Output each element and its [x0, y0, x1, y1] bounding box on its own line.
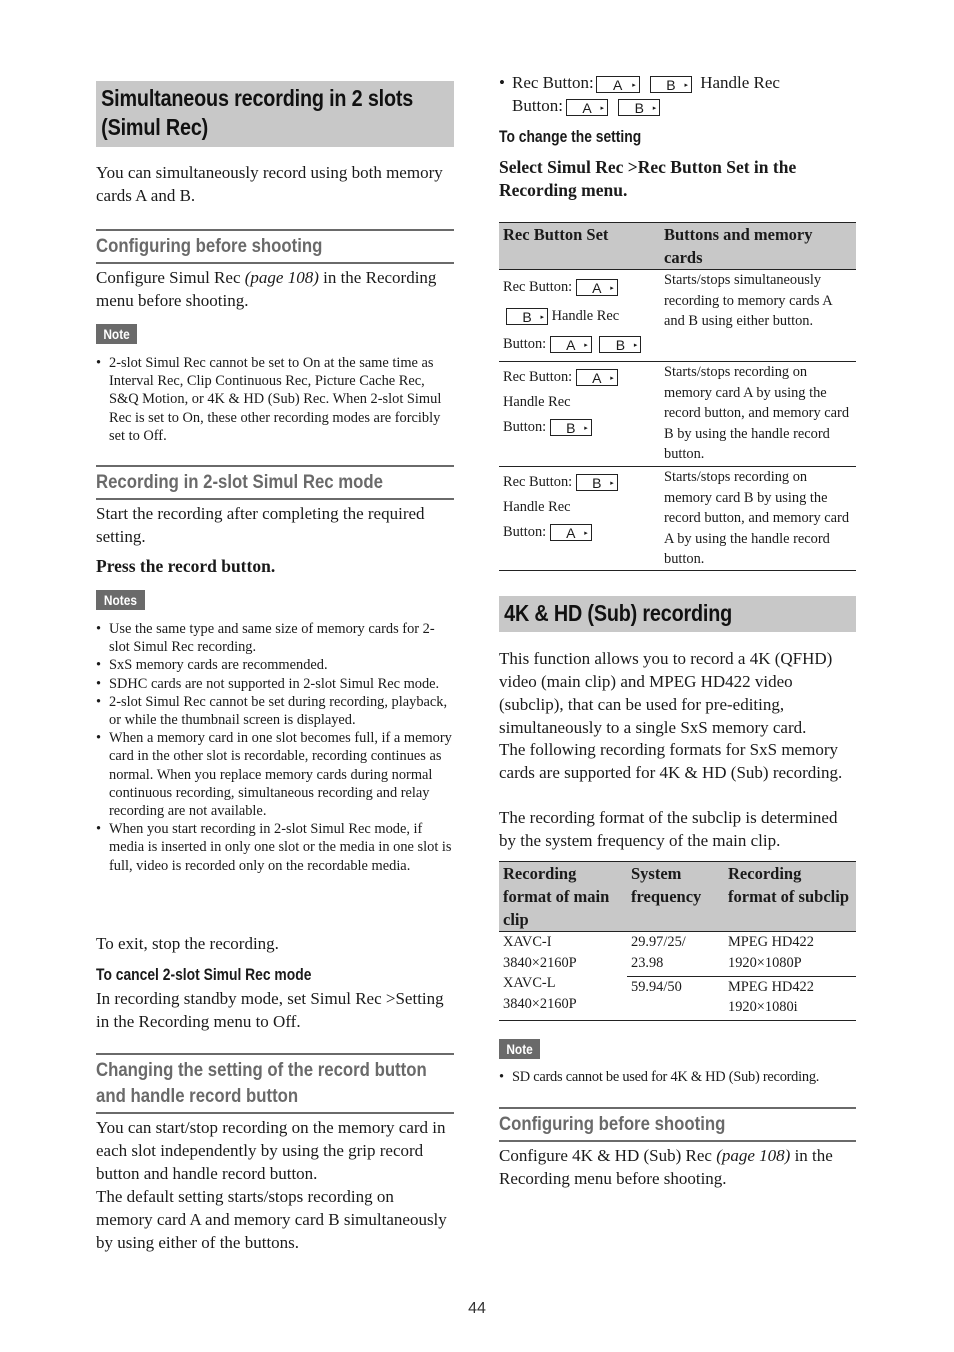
rec-button-set-table: Rec Button Set Buttons and memory cards … [499, 222, 856, 571]
note-item: When you start recording in 2-slot Simul… [96, 820, 454, 875]
table-header: Rec Button Set [499, 222, 660, 270]
button-slot-b-icon: B ▸ [575, 474, 618, 491]
main-format: XAVC-I 3840×2160P [503, 934, 577, 971]
button-slot-a-icon: A ▸ [595, 76, 640, 93]
table-row: XAVC-I 3840×2160P XAVC-L 3840×2160P 29.9… [499, 931, 856, 1012]
button-slot-a-icon: A ▸ [549, 524, 592, 541]
heading-changing-record-button: Changing the setting of the record butto… [96, 1053, 454, 1114]
table-row: Rec Button: B ▸ Handle Rec Button: A ▸ Sta… [499, 466, 856, 571]
subclip-format: MPEG HD422 1920×1080P [728, 934, 814, 971]
changing-para1: You can start/stop recording on the memo… [96, 1118, 446, 1183]
notes-badge: Notes [96, 590, 454, 610]
system-frequency: 29.97/25/ 23.98 [631, 934, 686, 971]
note-item: When a memory card in one slot becomes f… [96, 729, 454, 820]
simul-rec-intro: You can simultaneously record using both… [96, 163, 443, 205]
step-select-rec-button-set: Select Simul Rec >Rec Button Set in the … [499, 157, 797, 200]
button-slot-b-icon: B ▸ [506, 307, 548, 325]
system-frequency: 59.94/50 [627, 975, 724, 1021]
table-header: System frequency [627, 861, 724, 932]
note-item: Use the same type and same size of memor… [96, 620, 454, 656]
default-setting-bullet: Rec Button:A▸ B▸ Handle Rec Button:A▸ B▸ [499, 71, 856, 117]
section-title-line2: (Simul Rec) [101, 114, 209, 140]
table-row: Rec Button: A ▸ B ▸ Handle Rec Button: A ▸ … [499, 269, 856, 362]
button-slot-a-icon: A ▸ [549, 336, 592, 353]
recording-notes-list: Use the same type and same size of memor… [96, 620, 454, 875]
button-slot-a-icon: A ▸ [575, 279, 618, 296]
changing-para2: The default setting starts/stops recordi… [96, 1187, 447, 1252]
note-item: 2-slot Simul Rec cannot be set to On at … [96, 354, 454, 445]
config-text: Configure Simul Rec (page 108) in the Re… [96, 268, 437, 310]
cancel-text: In recording standby mode, set Simul Rec… [96, 989, 444, 1031]
note-badge: Note [96, 324, 454, 344]
section4k-para1: This function allows you to record a 4K … [499, 649, 833, 737]
button-slot-b-icon: B ▸ [618, 99, 661, 116]
button-slot-b-icon: B ▸ [549, 419, 592, 436]
recording-mode-intro: Start the recording after completing the… [96, 504, 425, 546]
heading-configuring-before-shooting: Configuring before shooting [96, 229, 454, 264]
note-item: 2-slot Simul Rec cannot be set during re… [96, 693, 454, 729]
button-slot-b-icon: B ▸ [649, 76, 692, 93]
page-link[interactable]: (page 108) [716, 1146, 790, 1165]
button-slot-a-icon: A ▸ [566, 99, 609, 116]
step-press-record: Press the record button. [96, 556, 276, 576]
main-format: XAVC-L 3840×2160P [503, 975, 577, 1012]
section-title-line1: Simultaneous recording in 2 slots [101, 85, 414, 111]
heading-configuring-before-shooting-4k: Configuring before shooting [499, 1107, 856, 1142]
note-item: SDHC cards are not supported in 2-slot S… [96, 675, 454, 693]
note-item: SxS memory cards are recommended. [96, 656, 454, 674]
format-table: Recording format of main clip System fre… [499, 861, 856, 1021]
cancel-heading: To cancel 2-slot Simul Rec mode [96, 966, 312, 984]
exit-text: To exit, stop the recording. [96, 934, 279, 953]
heading-recording-mode: Recording in 2-slot Simul Rec mode [96, 465, 454, 500]
note-item: SD cards cannot be used for 4K & HD (Sub… [499, 1068, 856, 1086]
section-title-simul-rec: Simultaneous recording in 2 slots (Simul… [96, 81, 454, 147]
change-setting-heading: To change the setting [499, 128, 642, 146]
right-column: Rec Button:A▸ B▸ Handle Rec Button:A▸ B▸… [499, 0, 856, 1188]
page-link[interactable]: (page 108) [245, 268, 319, 287]
section4k-para3: The recording format of the subclip is d… [499, 808, 838, 850]
button-slot-a-icon: A ▸ [575, 369, 618, 386]
button-slot-b-icon: B ▸ [599, 336, 642, 353]
note-badge: Note [499, 1039, 856, 1059]
table-row: Rec Button: A ▸ Handle Rec Button: B ▸ Sta… [499, 361, 856, 467]
table-header: Recording format of subclip [724, 861, 856, 932]
section-title-4k-hd-sub: 4K & HD (Sub) recording [499, 596, 856, 632]
section4k-para2: The following recording formats for SxS … [499, 740, 843, 782]
config-note-list: 2-slot Simul Rec cannot be set to On at … [96, 354, 454, 445]
table-header: Buttons and memory cards [660, 222, 856, 270]
row-description: Starts/stops recording on memory card A … [664, 364, 850, 462]
subclip-format: MPEG HD422 1920×1080i [724, 975, 856, 1021]
config-4k-text: Configure 4K & HD (Sub) Rec (page 108) i… [499, 1146, 833, 1188]
table-header: Recording format of main clip [499, 861, 627, 932]
row-description: Starts/stops recording on memory card B … [664, 469, 850, 567]
section4k-note-list: SD cards cannot be used for 4K & HD (Sub… [499, 1068, 856, 1086]
row-description: Starts/stops simultaneously recording to… [664, 272, 832, 329]
page-number: 44 [468, 1300, 486, 1317]
